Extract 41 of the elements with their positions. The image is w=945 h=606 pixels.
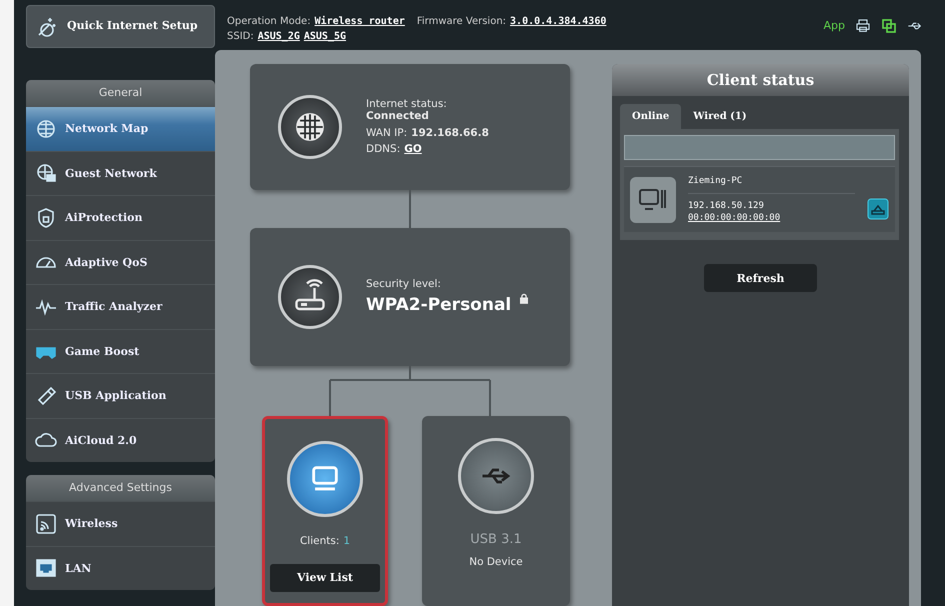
ddns-link[interactable]: GO bbox=[404, 141, 422, 158]
wan-ip-label: WAN IP: bbox=[366, 126, 408, 140]
usb-status: No Device bbox=[469, 554, 523, 570]
menu-section-header: Advanced Settings bbox=[26, 475, 215, 501]
ssid-link[interactable]: ASUS_5G bbox=[304, 29, 346, 44]
refresh-button[interactable]: Refresh bbox=[704, 264, 817, 292]
operation-mode-link[interactable]: Wireless router bbox=[314, 14, 405, 29]
internet-status-label: Internet status: bbox=[366, 96, 448, 111]
security-level-label: Security level: bbox=[366, 276, 442, 292]
quick-setup-button[interactable]: Quick Internet Setup bbox=[26, 5, 215, 48]
firmware-label: Firmware Version: bbox=[416, 15, 506, 29]
ddns-label: DDNS: bbox=[366, 142, 400, 158]
menu-section-header: General bbox=[26, 80, 215, 106]
client-row[interactable]: Zieming-PC 192.168.50.129 00:00:00:00:00:00 bbox=[624, 166, 895, 232]
client-status-title: Client status bbox=[612, 64, 909, 96]
printer-icon[interactable] bbox=[855, 18, 871, 34]
ssid-link[interactable]: ASUS_2G bbox=[258, 29, 300, 44]
clients-label: Clients: bbox=[300, 534, 340, 549]
client-ip: 192.168.50.129 bbox=[688, 200, 765, 212]
sidebar-item[interactable]: LAN bbox=[26, 546, 215, 590]
usb-port-label: USB 3.1 bbox=[470, 531, 522, 549]
lock-icon bbox=[519, 292, 530, 305]
security-level-value: WPA2-Personal bbox=[366, 294, 512, 317]
computer-icon bbox=[630, 176, 676, 223]
client-tab[interactable]: Online bbox=[620, 104, 682, 129]
client-name: Zieming-PC bbox=[688, 175, 744, 188]
client-mac: 00:00:00:00:00:00 bbox=[688, 212, 782, 224]
operation-mode-label: Operation Mode: bbox=[227, 15, 311, 29]
wan-ip-value: 192.168.66.8 bbox=[411, 126, 489, 140]
sidebar-item[interactable]: AiCloud 2.0 bbox=[26, 418, 215, 462]
filter-field[interactable] bbox=[624, 135, 895, 160]
firmware-link[interactable]: 3.0.0.4.384.4360 bbox=[510, 14, 606, 29]
wifi-icon bbox=[34, 512, 58, 536]
copy-icon[interactable] bbox=[881, 18, 897, 34]
ssid-label: SSID: bbox=[227, 30, 254, 44]
clients-count: 1 bbox=[343, 534, 350, 549]
view-list-button[interactable]: View List bbox=[270, 564, 380, 592]
client-tab[interactable]: Wired (1) bbox=[681, 104, 759, 129]
internet-status-value: Connected bbox=[366, 108, 430, 124]
app-link[interactable]: App bbox=[824, 18, 845, 34]
sidebar-item[interactable]: Network Map bbox=[26, 106, 215, 150]
